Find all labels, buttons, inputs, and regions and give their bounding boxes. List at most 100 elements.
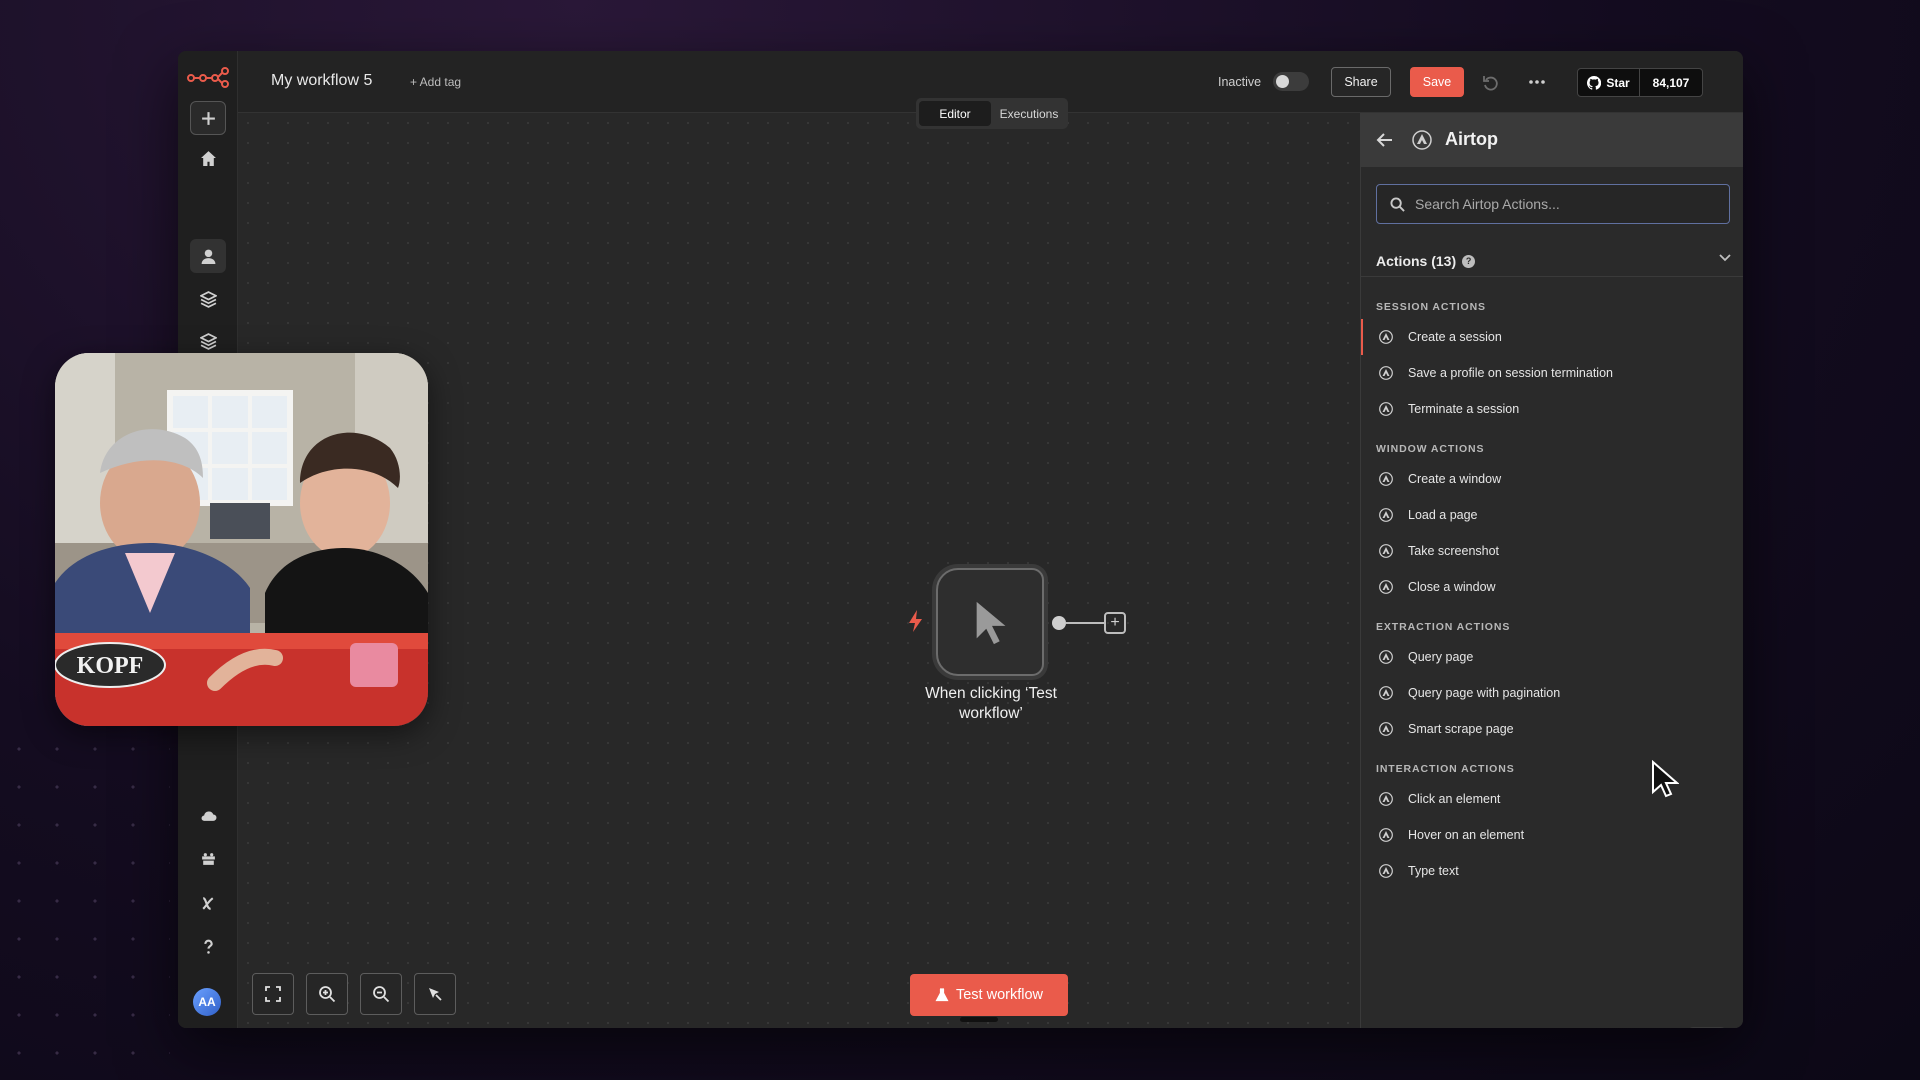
user-icon bbox=[201, 249, 215, 264]
plus-icon: + bbox=[1110, 614, 1120, 631]
action-item-label: Query page bbox=[1408, 650, 1474, 664]
tab-executions[interactable]: Executions bbox=[993, 101, 1065, 126]
action-item-label: Smart scrape page bbox=[1408, 722, 1514, 736]
action-item[interactable]: Terminate a session bbox=[1361, 391, 1743, 427]
project-button-1[interactable] bbox=[190, 282, 226, 316]
ai-assistant-button[interactable] bbox=[1688, 1027, 1726, 1028]
tab-editor[interactable]: Editor bbox=[919, 101, 991, 126]
editor-executions-tabs: Editor Executions bbox=[916, 98, 1068, 129]
action-item[interactable]: Query page with pagination bbox=[1361, 675, 1743, 711]
add-button[interactable] bbox=[190, 101, 226, 135]
active-toggle[interactable] bbox=[1273, 72, 1309, 91]
airtop-icon bbox=[1379, 544, 1393, 558]
action-item[interactable]: Load a page bbox=[1361, 497, 1743, 533]
zoom-in-icon bbox=[319, 986, 336, 1003]
airtop-icon bbox=[1379, 828, 1393, 842]
search-icon bbox=[1390, 197, 1405, 212]
action-item-label: Click an element bbox=[1408, 792, 1501, 806]
action-item-label: Query page with pagination bbox=[1408, 686, 1561, 700]
background-dot-pattern bbox=[0, 730, 170, 1060]
flask-icon bbox=[935, 988, 949, 1002]
airtop-icon bbox=[1379, 650, 1393, 664]
mouse-pointer-icon bbox=[976, 601, 1006, 645]
airtop-logo-icon bbox=[1412, 130, 1432, 150]
layers-icon bbox=[199, 290, 217, 308]
back-arrow-icon[interactable] bbox=[1376, 131, 1394, 149]
search-actions-field[interactable] bbox=[1376, 184, 1730, 224]
undo-icon[interactable] bbox=[1481, 72, 1501, 92]
airtop-icon bbox=[1379, 366, 1393, 380]
variables-button[interactable] bbox=[190, 886, 226, 920]
airtop-icon bbox=[1379, 864, 1393, 878]
zoom-out-button[interactable] bbox=[360, 973, 402, 1015]
divider bbox=[1361, 276, 1743, 277]
manual-trigger-node[interactable] bbox=[936, 568, 1044, 676]
plus-icon bbox=[201, 111, 215, 125]
help-circle-icon[interactable]: ? bbox=[1462, 254, 1476, 268]
panel-title: Airtop bbox=[1445, 129, 1498, 149]
chevron-down-icon[interactable] bbox=[1716, 248, 1734, 266]
home-button[interactable] bbox=[190, 141, 226, 175]
action-item[interactable]: Query page bbox=[1361, 639, 1743, 675]
github-icon bbox=[1587, 75, 1602, 90]
github-star-count: 84,107 bbox=[1652, 75, 1690, 90]
airtop-icon bbox=[1379, 686, 1393, 700]
actions-heading-label: Actions (13) bbox=[1376, 253, 1457, 269]
cloud-button[interactable] bbox=[190, 798, 226, 832]
action-item[interactable]: Type text bbox=[1361, 853, 1743, 889]
action-item-label: Take screenshot bbox=[1408, 544, 1500, 558]
status-label: Inactive bbox=[1218, 75, 1262, 89]
fit-view-button[interactable] bbox=[252, 973, 294, 1015]
test-workflow-label: Test workflow bbox=[955, 987, 1044, 1003]
action-item[interactable]: Smart scrape page bbox=[1361, 711, 1743, 747]
add-next-node-button[interactable]: + bbox=[1104, 612, 1126, 634]
action-item[interactable]: Hover on an element bbox=[1361, 817, 1743, 853]
templates-button[interactable] bbox=[190, 842, 226, 876]
action-item[interactable]: Click an element bbox=[1361, 781, 1743, 817]
layers-icon bbox=[199, 332, 217, 350]
action-item-label: Terminate a session bbox=[1408, 402, 1520, 416]
add-tag-link[interactable]: + Add tag bbox=[410, 75, 461, 89]
test-workflow-button[interactable]: Test workflow bbox=[910, 974, 1068, 1016]
airtop-icon bbox=[1379, 508, 1393, 522]
action-item[interactable]: Create a session bbox=[1361, 319, 1743, 355]
airtop-icon bbox=[1379, 580, 1393, 594]
save-button[interactable]: Save bbox=[1410, 67, 1464, 97]
node-output-handle[interactable] bbox=[1052, 616, 1066, 630]
n8n-logo-icon[interactable] bbox=[186, 65, 230, 89]
action-item-label: Hover on an element bbox=[1408, 828, 1525, 842]
webcam-overlay: KOPF bbox=[55, 353, 428, 726]
more-options-icon[interactable] bbox=[1527, 72, 1547, 92]
action-item[interactable]: Take screenshot bbox=[1361, 533, 1743, 569]
action-item-label: Create a window bbox=[1408, 472, 1502, 486]
action-item-label: Save a profile on session termination bbox=[1408, 366, 1613, 380]
action-item[interactable]: Close a window bbox=[1361, 569, 1743, 605]
actions-heading[interactable]: Actions (13) ? bbox=[1376, 253, 1476, 269]
node-creator-panel: Airtop Actions (13) ? SESSION ACTIONS Cre… bbox=[1360, 113, 1743, 1028]
tidy-up-button[interactable] bbox=[414, 973, 456, 1015]
personal-button[interactable] bbox=[190, 239, 226, 273]
github-star-button[interactable]: Star 84,107 bbox=[1577, 68, 1703, 97]
share-button[interactable]: Share bbox=[1331, 67, 1391, 97]
airtop-icon bbox=[1379, 472, 1393, 486]
home-icon bbox=[200, 150, 216, 166]
fit-view-icon bbox=[265, 986, 281, 1002]
question-icon bbox=[203, 939, 213, 954]
action-item-label: Load a page bbox=[1408, 508, 1478, 522]
action-item[interactable]: Save a profile on session termination bbox=[1361, 355, 1743, 391]
node-label: When clicking ‘Test workflow’ bbox=[925, 685, 1057, 722]
search-input[interactable] bbox=[1415, 185, 1715, 223]
action-item[interactable]: Create a window bbox=[1361, 461, 1743, 497]
laptop-sticker-text: KOPF bbox=[77, 653, 144, 679]
help-button[interactable] bbox=[190, 929, 226, 963]
action-group-title: SESSION ACTIONS bbox=[1376, 301, 1486, 313]
workflow-name[interactable]: My workflow 5 bbox=[271, 72, 372, 90]
zoom-in-button[interactable] bbox=[306, 973, 348, 1015]
avatar[interactable]: AA bbox=[193, 988, 221, 1016]
canvas-scroll-handle[interactable] bbox=[960, 1017, 998, 1022]
github-star-label: Star bbox=[1606, 75, 1630, 90]
action-item-label: Create a session bbox=[1408, 330, 1502, 344]
